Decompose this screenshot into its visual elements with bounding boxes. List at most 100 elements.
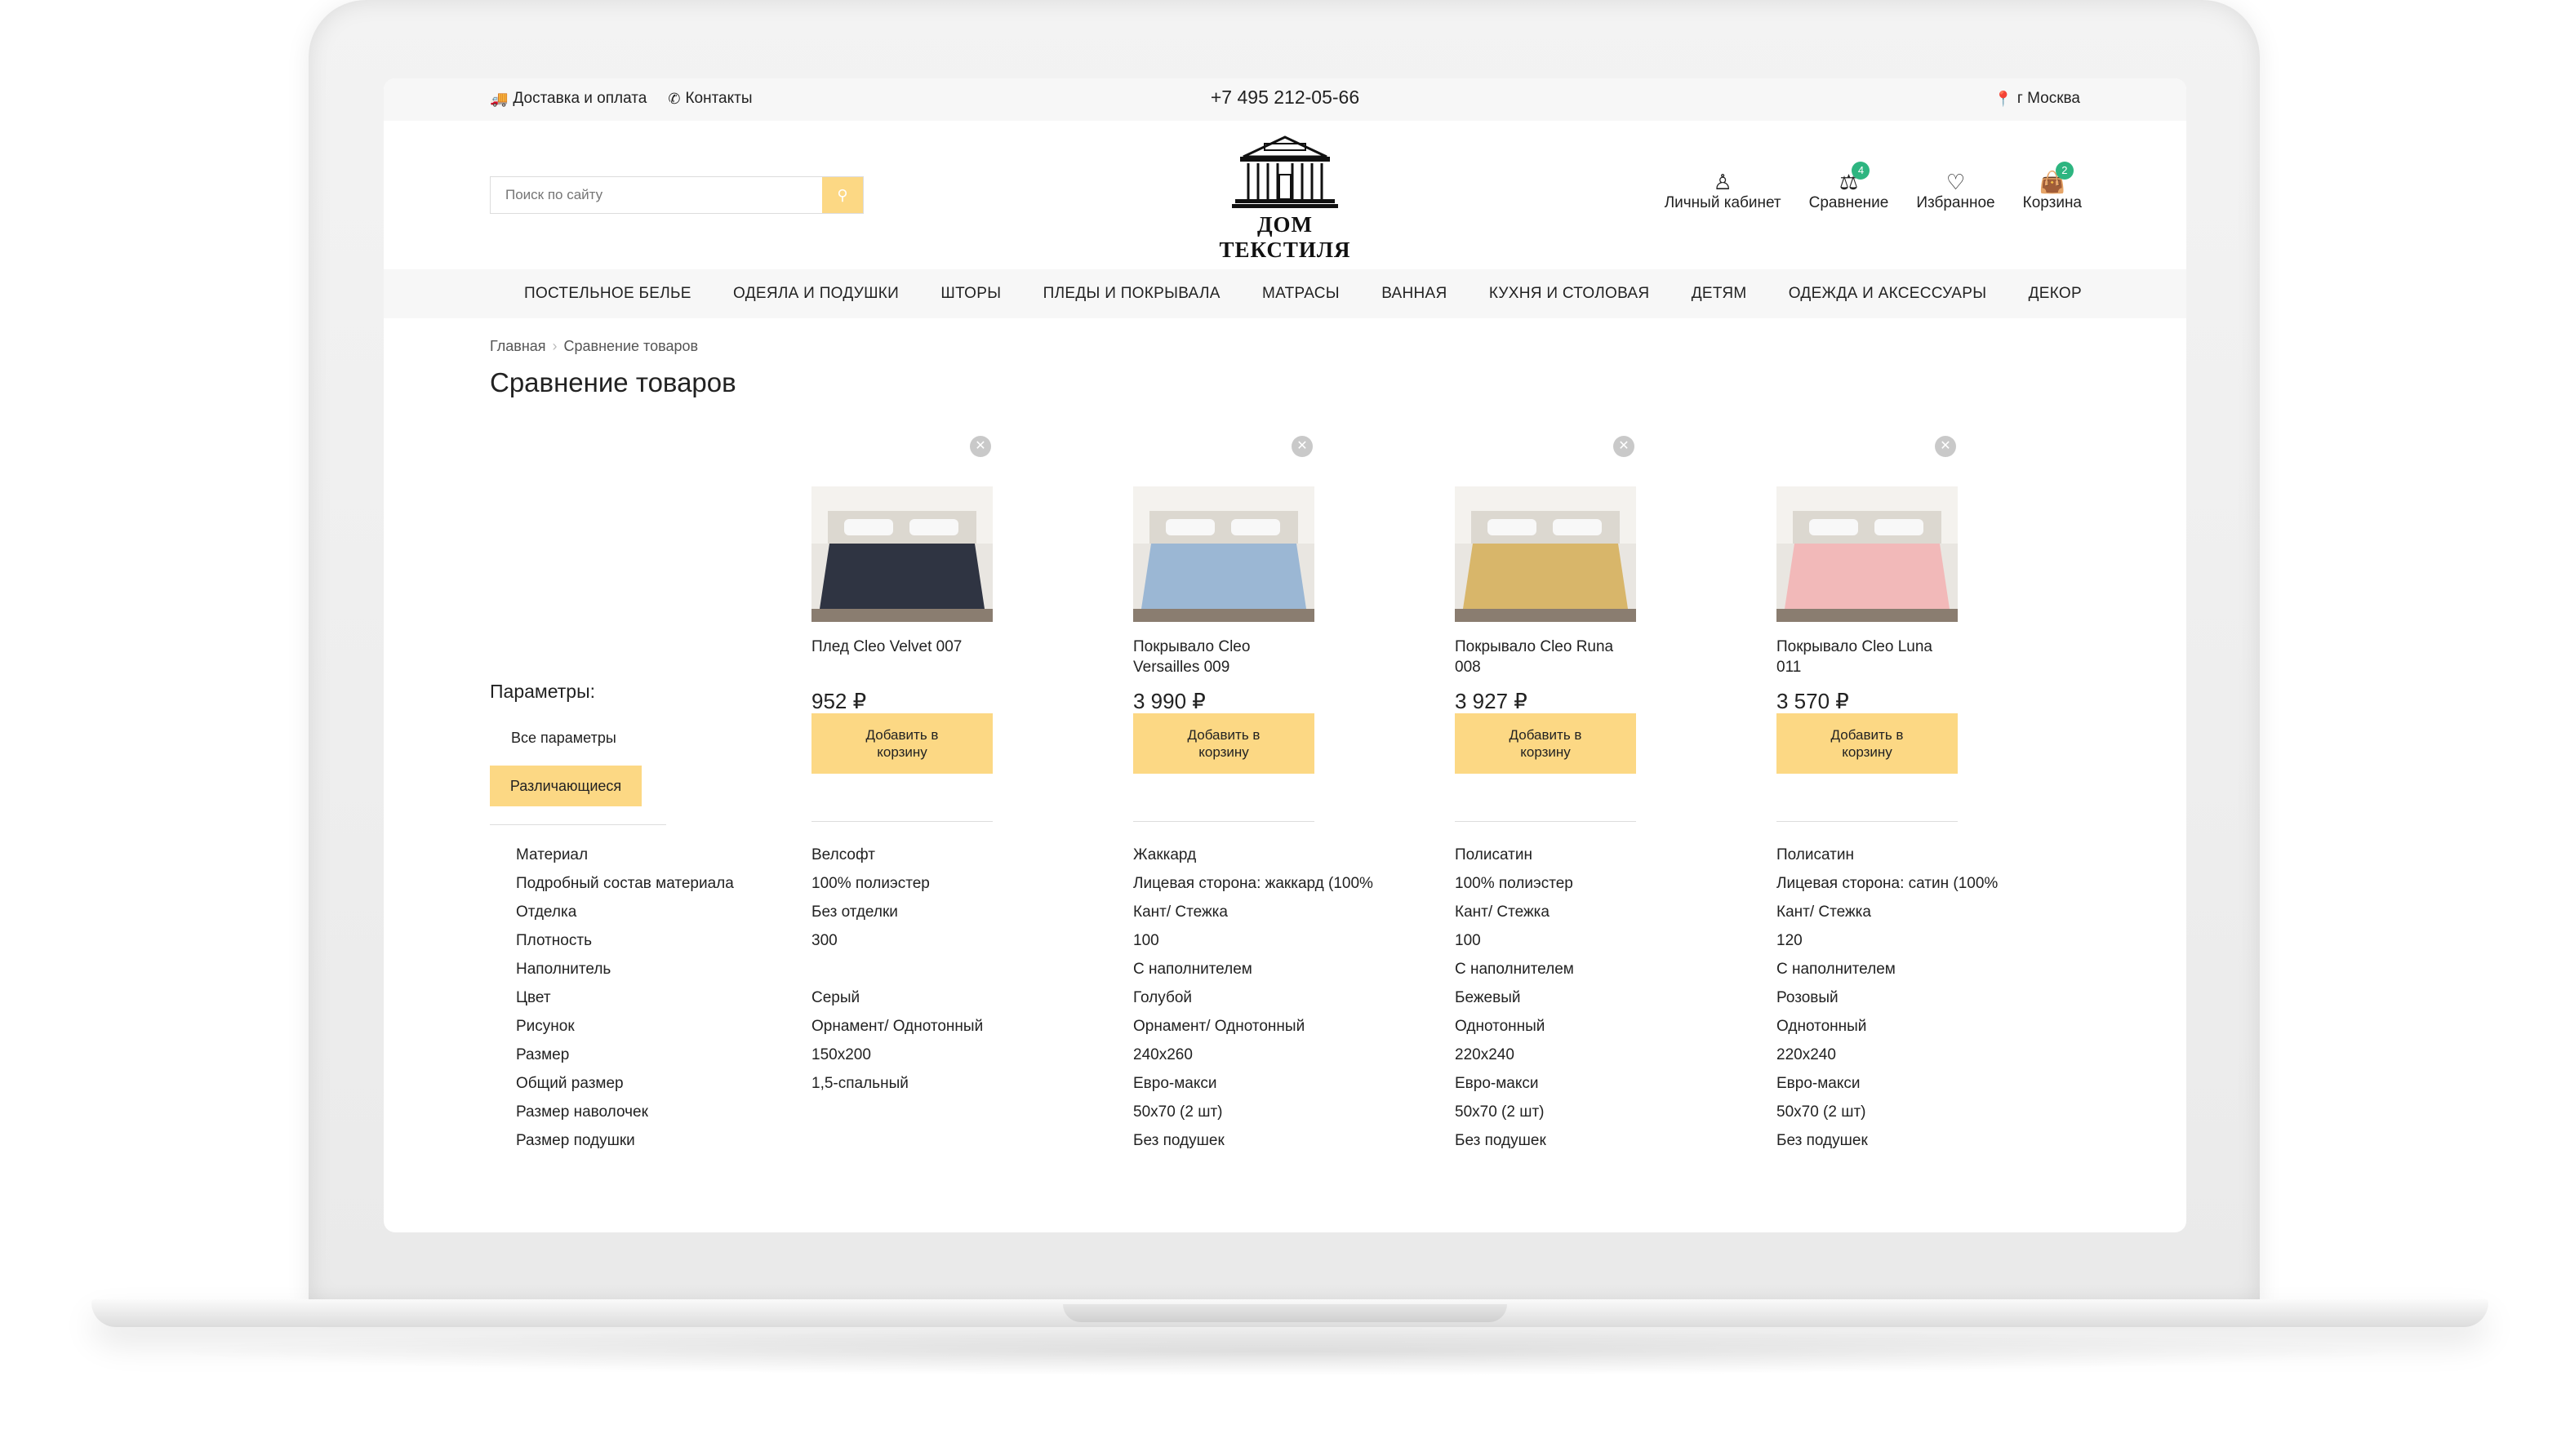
remove-product-icon[interactable]: ✕ bbox=[1292, 436, 1313, 457]
product-values: Полисатин 100% полиэстер Кант/ Стежка 100 С … bbox=[1455, 841, 1574, 1155]
product-name[interactable]: Покрывало Cleo Runa 008 bbox=[1455, 637, 1636, 677]
header-actions: ♙ Личный кабинет ⚖ 4 Сравнение ♡ Избранн… bbox=[1665, 162, 2082, 212]
param-label: Размер подушки bbox=[516, 1132, 635, 1149]
search-button[interactable]: ⚲ bbox=[822, 177, 863, 213]
param-label: Плотность bbox=[516, 932, 592, 949]
product-name[interactable]: Покрывало Cleo Versailles 009 bbox=[1133, 637, 1314, 677]
product-image[interactable] bbox=[1133, 486, 1314, 622]
param-value: Кант/ Стежка bbox=[1776, 903, 1871, 921]
remove-product-icon[interactable]: ✕ bbox=[1935, 436, 1956, 457]
heart-icon: ♡ bbox=[1945, 170, 1966, 194]
add-to-cart-button[interactable]: Добавить в корзину bbox=[811, 713, 993, 774]
param-label: Размер bbox=[516, 1046, 570, 1063]
nav-item[interactable]: КУХНЯ И СТОЛОВАЯ bbox=[1489, 285, 1650, 303]
user-icon: ♙ bbox=[1713, 170, 1732, 194]
param-value: 150х200 bbox=[811, 1046, 871, 1063]
param-value: Евро-макси bbox=[1133, 1075, 1217, 1092]
product-image[interactable] bbox=[811, 486, 993, 622]
product-name[interactable]: Покрывало Cleo Luna 011 bbox=[1776, 637, 1958, 677]
param-label: Отделка bbox=[516, 903, 577, 921]
param-value: Кант/ Стежка bbox=[1133, 903, 1228, 921]
product-values: Велсофт 100% полиэстер Без отделки 300 Серый… bbox=[811, 841, 983, 1155]
compare-count-badge: 4 bbox=[1852, 162, 1870, 180]
nav-item[interactable]: ШТОРЫ bbox=[940, 285, 1001, 303]
cart-count-badge: 2 bbox=[2055, 162, 2074, 180]
param-value: 100% полиэстер bbox=[811, 875, 930, 892]
search-icon: ⚲ bbox=[837, 186, 848, 203]
laptop-shadow bbox=[155, 1327, 2417, 1376]
divider bbox=[1455, 821, 1636, 822]
divider bbox=[1133, 821, 1314, 822]
param-value: С наполнителем bbox=[1455, 961, 1574, 978]
nav-item[interactable]: ДЕКОР bbox=[2029, 285, 2082, 303]
param-value: Евро-макси bbox=[1455, 1075, 1539, 1092]
breadcrumb-home[interactable]: Главная bbox=[490, 338, 546, 354]
product-price: 3 570 ₽ bbox=[1776, 689, 1849, 713]
search-input[interactable] bbox=[491, 177, 822, 213]
nav-item[interactable]: ПОСТЕЛЬНОЕ БЕЛЬЕ bbox=[524, 285, 691, 303]
city-label: г Москва bbox=[2016, 90, 2080, 107]
breadcrumb: Главная › Сравнение товаров bbox=[490, 338, 698, 355]
nav-item[interactable]: ПЛЕДЫ И ПОКРЫВАЛА bbox=[1043, 285, 1221, 303]
param-value: 120 bbox=[1776, 932, 1803, 949]
param-value: Розовый bbox=[1776, 989, 1839, 1006]
param-value: 50х70 (2 шт) bbox=[1455, 1103, 1545, 1121]
add-to-cart-button[interactable]: Добавить в корзину bbox=[1455, 713, 1636, 774]
nav-item[interactable]: ВАННАЯ bbox=[1381, 285, 1447, 303]
logo[interactable]: ДОМ ТЕКСТИЛЯ bbox=[1196, 134, 1374, 263]
param-value: Полисатин bbox=[1776, 846, 1854, 863]
add-to-cart-button[interactable]: Добавить в корзину bbox=[1776, 713, 1958, 774]
tab-different-params[interactable]: Различающиеся bbox=[490, 766, 642, 806]
top-bar: 🚚 Доставка и оплата ✆ Контакты +7 495 21… bbox=[384, 78, 2186, 121]
param-label: Общий размер bbox=[516, 1075, 624, 1092]
param-value: 100% полиэстер bbox=[1455, 875, 1573, 892]
param-value: Без отделки bbox=[811, 903, 898, 921]
remove-product-icon[interactable]: ✕ bbox=[1613, 436, 1634, 457]
param-value: Орнамент/ Однотонный bbox=[1133, 1018, 1305, 1035]
product-name[interactable]: Плед Cleo Velvet 007 bbox=[811, 637, 993, 657]
add-to-cart-button[interactable]: Добавить в корзину bbox=[1133, 713, 1314, 774]
compare-label: Сравнение bbox=[1808, 194, 1889, 211]
account-link[interactable]: ♙ Личный кабинет bbox=[1665, 170, 1781, 212]
param-value bbox=[811, 1098, 983, 1126]
laptop-notch bbox=[1063, 1304, 1507, 1322]
param-value: 100 bbox=[1455, 932, 1481, 949]
param-label: Цвет bbox=[516, 989, 551, 1006]
breadcrumb-separator-icon: › bbox=[552, 338, 558, 354]
param-value: Велсофт bbox=[811, 846, 875, 863]
param-value bbox=[811, 1126, 983, 1155]
browser-screen: 🚚 Доставка и оплата ✆ Контакты +7 495 21… bbox=[384, 78, 2186, 1232]
product-values: Полисатин Лицевая сторона: сатин (100% Кан… bbox=[1776, 841, 1998, 1155]
cart-link[interactable]: 👜 2 Корзина bbox=[2023, 162, 2082, 212]
param-value bbox=[811, 955, 983, 983]
compare-link[interactable]: ⚖ 4 Сравнение bbox=[1808, 162, 1889, 212]
nav-item[interactable]: ОДЕЯЛА И ПОДУШКИ bbox=[733, 285, 899, 303]
nav-item[interactable]: ОДЕЖДА И АКСЕССУАРЫ bbox=[1789, 285, 1987, 303]
favorites-link[interactable]: ♡ Избранное bbox=[1916, 170, 1994, 212]
nav-item[interactable]: МАТРАСЫ bbox=[1262, 285, 1340, 303]
account-label: Личный кабинет bbox=[1664, 194, 1781, 211]
param-value: С наполнителем bbox=[1776, 961, 1896, 978]
param-label: Размер наволочек bbox=[516, 1103, 648, 1121]
divider bbox=[1776, 821, 1958, 822]
nav-item[interactable]: ДЕТЯМ bbox=[1692, 285, 1747, 303]
param-value: Евро-макси bbox=[1776, 1075, 1861, 1092]
param-value: 220х240 bbox=[1776, 1046, 1836, 1063]
remove-product-icon[interactable]: ✕ bbox=[970, 436, 991, 457]
param-value: 220х240 bbox=[1455, 1046, 1514, 1063]
param-value: Лицевая сторона: сатин (100% bbox=[1776, 875, 1999, 892]
param-labels: Материал Подробный состав материала Отде… bbox=[516, 841, 734, 1155]
param-label: Материал bbox=[516, 846, 589, 863]
brand-name: ДОМ ТЕКСТИЛЯ bbox=[1219, 212, 1351, 262]
phone-number[interactable]: +7 495 212-05-66 bbox=[384, 87, 2186, 109]
city-selector[interactable]: 📍 г Москва bbox=[1994, 90, 2081, 108]
header: ⚲ ДОМ ТЕКСТИЛЯ ♙ bbox=[384, 121, 2186, 269]
product-image[interactable] bbox=[1776, 486, 1958, 622]
main-nav: ПОСТЕЛЬНОЕ БЕЛЬЕ ОДЕЯЛА И ПОДУШКИ ШТОРЫ … bbox=[384, 269, 2186, 318]
param-value: Без подушек bbox=[1776, 1132, 1868, 1149]
param-value: 50х70 (2 шт) bbox=[1776, 1103, 1866, 1121]
tab-all-params[interactable]: Все параметры bbox=[511, 730, 616, 747]
product-image[interactable] bbox=[1455, 486, 1636, 622]
param-value: Жаккард bbox=[1133, 846, 1197, 863]
param-label: Рисунок bbox=[516, 1018, 575, 1035]
